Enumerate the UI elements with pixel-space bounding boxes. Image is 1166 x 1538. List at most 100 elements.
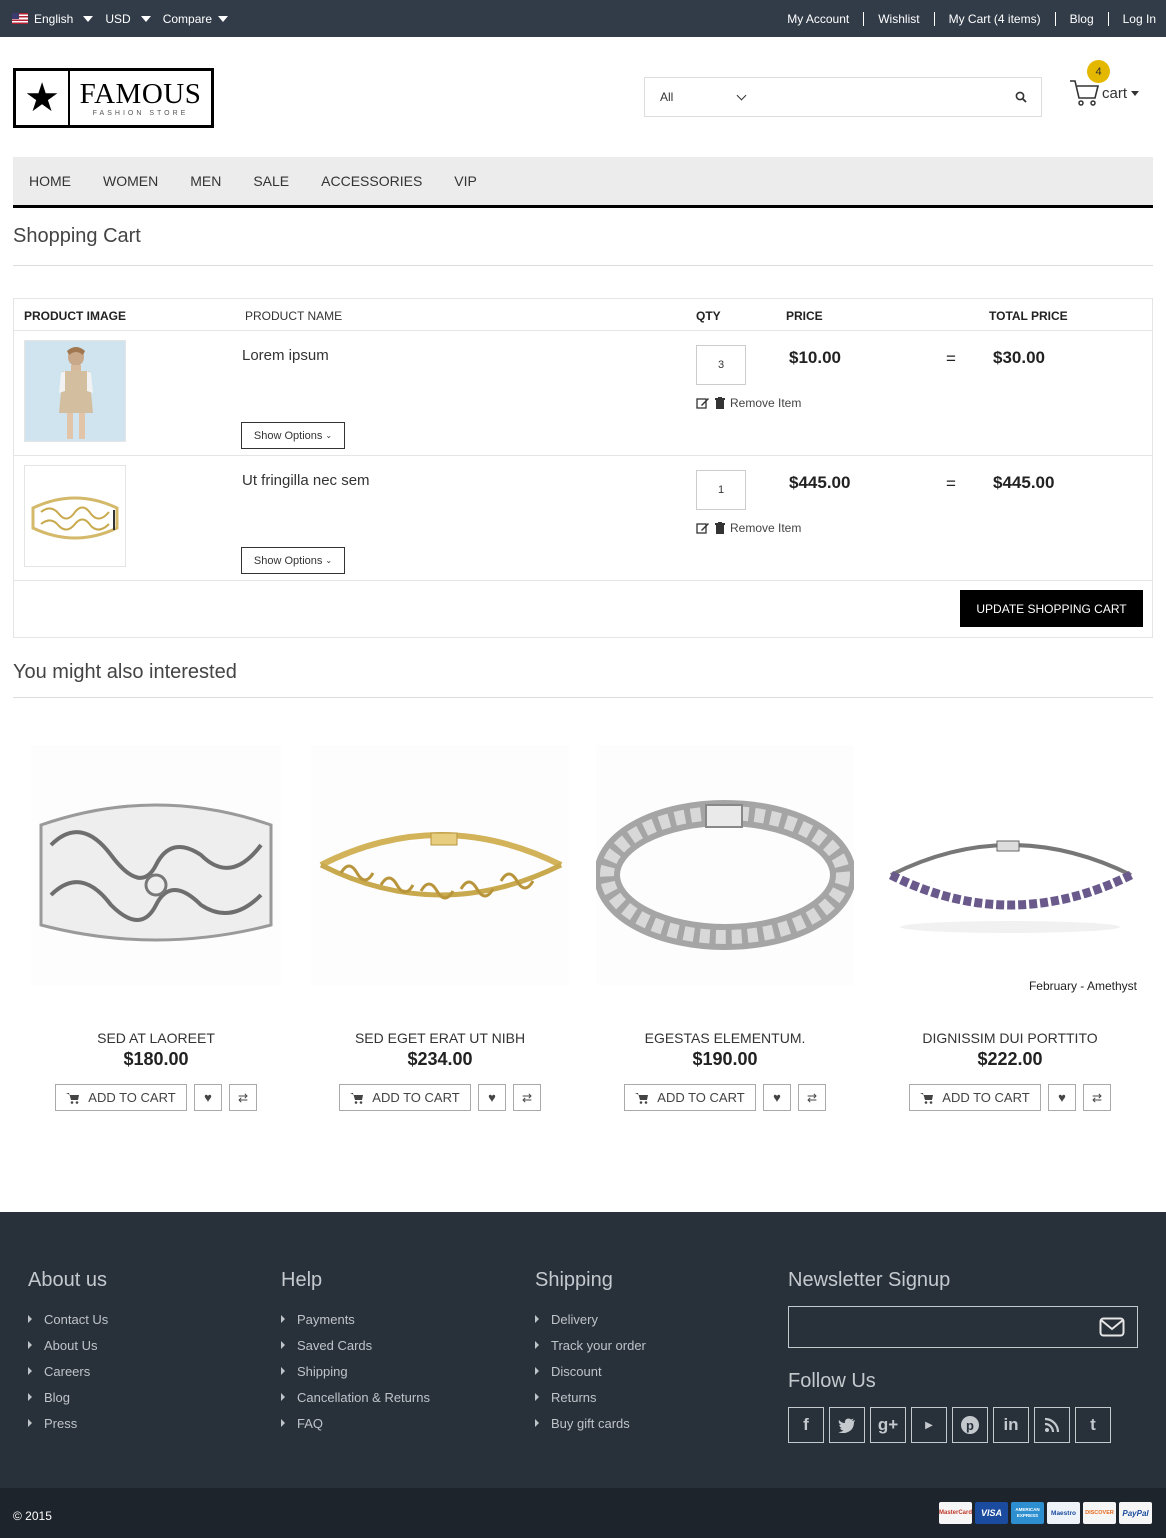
- equals-sign: =: [946, 474, 956, 493]
- trash-icon[interactable]: [715, 522, 725, 534]
- show-options-button[interactable]: Show Options ⌄: [241, 422, 345, 449]
- qty-input[interactable]: [696, 470, 746, 510]
- trash-icon[interactable]: [715, 397, 725, 409]
- footer-link-faq[interactable]: FAQ: [281, 1410, 430, 1436]
- cart-product-name[interactable]: Ut fringilla nec sem: [242, 472, 370, 489]
- blog-link[interactable]: Blog: [1054, 11, 1108, 26]
- product-image[interactable]: [27, 735, 285, 995]
- add-to-cart-button[interactable]: ADD TO CART: [909, 1084, 1041, 1111]
- wishlist-link[interactable]: Wishlist: [863, 11, 933, 26]
- compare-button[interactable]: ⇄: [1083, 1084, 1111, 1111]
- footer-link-gift-cards[interactable]: Buy gift cards: [535, 1410, 646, 1436]
- caret-right-icon: [281, 1393, 285, 1401]
- amex-icon: AMERICAN EXPRESS: [1011, 1502, 1044, 1524]
- my-account-link[interactable]: My Account: [773, 12, 863, 26]
- edit-icon[interactable]: [696, 522, 710, 535]
- add-to-cart-button[interactable]: ADD TO CART: [339, 1084, 471, 1111]
- visa-icon: VISA: [975, 1502, 1008, 1524]
- compare-arrows-icon: ⇄: [806, 1090, 818, 1105]
- show-options-label: Show Options: [253, 429, 323, 442]
- footer-link-returns[interactable]: Returns: [535, 1384, 646, 1410]
- youtube-icon[interactable]: ▶: [911, 1407, 947, 1443]
- footer-link-payments[interactable]: Payments: [281, 1306, 430, 1332]
- nav-sale[interactable]: SALE: [253, 173, 289, 189]
- product-image[interactable]: [596, 735, 854, 995]
- footer-link-label: About Us: [44, 1337, 98, 1353]
- nav-women[interactable]: WOMEN: [103, 173, 158, 189]
- product-title[interactable]: DIGNISSIM DUI PORTTITO: [881, 1030, 1139, 1046]
- update-shopping-cart-button[interactable]: UPDATE SHOPPING CART: [960, 590, 1143, 627]
- footer-link-discount[interactable]: Discount: [535, 1358, 646, 1384]
- svg-text:p: p: [966, 1418, 974, 1433]
- language-selector[interactable]: English: [12, 12, 94, 26]
- follow-us-heading: Follow Us: [788, 1370, 876, 1392]
- my-cart-link[interactable]: My Cart (4 items): [933, 11, 1055, 26]
- footer-link-about-us[interactable]: About Us: [28, 1332, 108, 1358]
- remove-item-link[interactable]: Remove Item: [730, 521, 801, 535]
- wishlist-button[interactable]: ♥: [194, 1084, 222, 1111]
- search-button[interactable]: [1001, 78, 1041, 116]
- nav-vip[interactable]: VIP: [454, 173, 477, 189]
- product-actions: ADD TO CART ♥ ⇄: [881, 1084, 1139, 1111]
- product-title[interactable]: SED EGET ERAT UT NIBH: [311, 1030, 569, 1046]
- rss-icon[interactable]: [1034, 1407, 1070, 1443]
- login-link[interactable]: Log In: [1107, 11, 1156, 26]
- qty-input[interactable]: [696, 345, 746, 385]
- product-title[interactable]: EGESTAS ELEMENTUM.: [596, 1030, 854, 1046]
- product-card: February - Amethyst DIGNISSIM DUI PORTTI…: [881, 735, 1139, 1125]
- cart-product-image[interactable]: [24, 465, 126, 567]
- add-to-cart-label: ADD TO CART: [372, 1090, 460, 1105]
- product-title[interactable]: SED AT LAOREET: [27, 1030, 285, 1046]
- remove-item-link[interactable]: Remove Item: [730, 396, 801, 410]
- nav-accessories[interactable]: ACCESSORIES: [321, 173, 422, 189]
- twitter-icon[interactable]: [829, 1407, 865, 1443]
- tumblr-icon[interactable]: t: [1075, 1407, 1111, 1443]
- add-to-cart-button[interactable]: ADD TO CART: [624, 1084, 756, 1111]
- star-icon: ★: [16, 71, 70, 125]
- footer-link-shipping[interactable]: Shipping: [281, 1358, 430, 1384]
- edit-icon[interactable]: [696, 397, 710, 410]
- wishlist-button[interactable]: ♥: [478, 1084, 506, 1111]
- product-price: $222.00: [977, 1049, 1043, 1069]
- wishlist-button[interactable]: ♥: [763, 1084, 791, 1111]
- newsletter-email-input[interactable]: [789, 1307, 1087, 1347]
- footer-link-saved-cards[interactable]: Saved Cards: [281, 1332, 430, 1358]
- linkedin-icon[interactable]: in: [993, 1407, 1029, 1443]
- caret-right-icon: [535, 1367, 539, 1375]
- footer-about-column: About us Contact Us About Us Careers Blo…: [28, 1269, 108, 1436]
- cart-product-image[interactable]: [24, 340, 126, 442]
- cart-icon: [66, 1092, 80, 1104]
- compare-dropdown[interactable]: Compare: [163, 12, 229, 26]
- compare-button[interactable]: ⇄: [229, 1084, 257, 1111]
- show-options-button[interactable]: Show Options ⌄: [241, 547, 345, 574]
- footer-link-label: Shipping: [297, 1363, 348, 1379]
- cart-product-name[interactable]: Lorem ipsum: [242, 347, 329, 364]
- total-price: $445.00: [993, 473, 1055, 492]
- footer-link-track-order[interactable]: Track your order: [535, 1332, 646, 1358]
- google-plus-icon[interactable]: g+: [870, 1407, 906, 1443]
- pinterest-icon[interactable]: p: [952, 1407, 988, 1443]
- nav-home[interactable]: HOME: [29, 173, 71, 189]
- logo-text: FAMOUS FASHION STORE: [70, 79, 211, 117]
- add-to-cart-button[interactable]: ADD TO CART: [55, 1084, 187, 1111]
- header-cart[interactable]: 4 cart: [1068, 60, 1148, 110]
- product-image[interactable]: [311, 735, 569, 995]
- product-image[interactable]: [881, 735, 1139, 995]
- compare-button[interactable]: ⇄: [798, 1084, 826, 1111]
- footer-link-contact-us[interactable]: Contact Us: [28, 1306, 108, 1332]
- newsletter-submit-button[interactable]: [1087, 1307, 1137, 1347]
- compare-button[interactable]: ⇄: [513, 1084, 541, 1111]
- footer-link-cancellation-returns[interactable]: Cancellation & Returns: [281, 1384, 430, 1410]
- search-input[interactable]: [755, 78, 1001, 116]
- wishlist-button[interactable]: ♥: [1048, 1084, 1076, 1111]
- footer-link-delivery[interactable]: Delivery: [535, 1306, 646, 1332]
- store-logo[interactable]: ★ FAMOUS FASHION STORE: [13, 68, 214, 128]
- facebook-icon[interactable]: f: [788, 1407, 824, 1443]
- footer-link-blog[interactable]: Blog: [28, 1384, 108, 1410]
- footer-link-careers[interactable]: Careers: [28, 1358, 108, 1384]
- product-price: $234.00: [407, 1049, 473, 1069]
- currency-selector[interactable]: USD: [105, 12, 151, 26]
- footer-link-press[interactable]: Press: [28, 1410, 108, 1436]
- search-category-select[interactable]: All: [645, 90, 755, 104]
- nav-men[interactable]: MEN: [190, 173, 221, 189]
